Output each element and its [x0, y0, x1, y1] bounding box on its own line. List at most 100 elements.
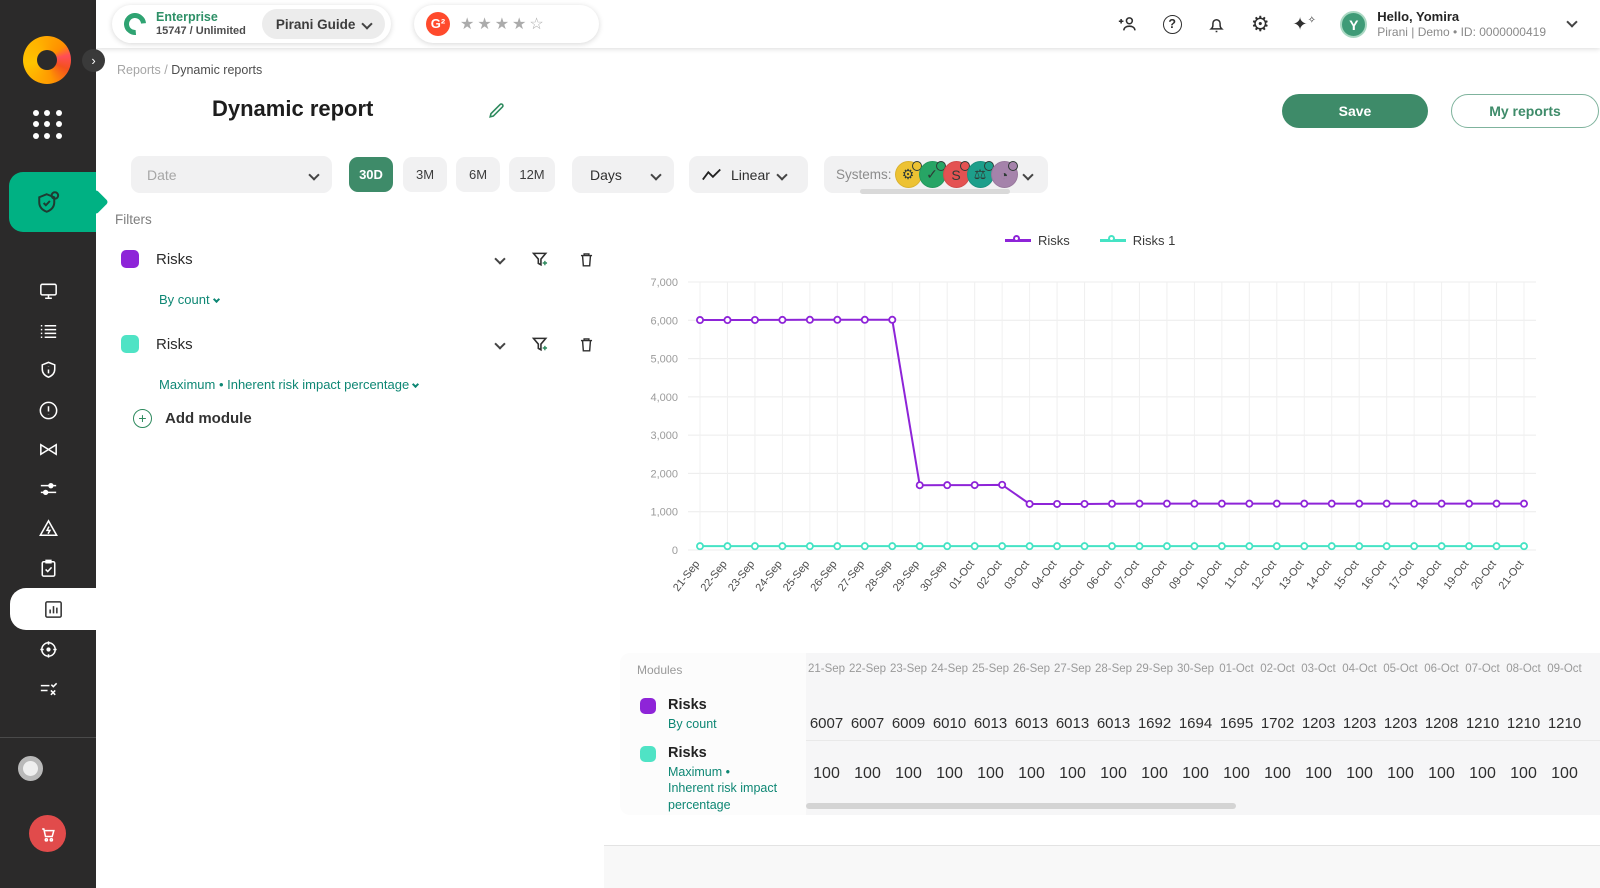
settings-button[interactable]: ⚙	[1238, 0, 1282, 48]
currency-system-icon[interactable]: S	[942, 161, 970, 188]
shield-check-system-icon[interactable]: ✓	[918, 161, 946, 188]
sidebar-active-module-shield[interactable]	[9, 172, 96, 232]
sidebar-item-shield-info[interactable]	[0, 351, 96, 391]
cart-button[interactable]	[29, 815, 66, 852]
table-data-area[interactable]: 21-Sep 22-Sep 23-Sep 24-Sep 25-Sep 26-Sep 27-S…	[806, 653, 1600, 815]
data-table: Modules Risks By count Risks Maximum • I…	[620, 653, 1600, 815]
sidebar-item-sliders[interactable]	[0, 470, 96, 510]
plan-tier: Enterprise	[156, 10, 218, 25]
sidebar-item-bowtie[interactable]	[0, 430, 96, 470]
table-cell: 100	[977, 765, 1004, 782]
chart-legend: Risks Risks 1	[1005, 233, 1175, 248]
date-placeholder: Date	[147, 166, 177, 183]
user-info: Hello, Yomira Pirani | Demo • ID: 000000…	[1377, 9, 1546, 39]
plan-usage: 15747 / Unlimited	[156, 24, 246, 37]
gavel-system-icon[interactable]: ⚖	[966, 161, 994, 188]
module-metric-link[interactable]: By count	[159, 292, 220, 307]
delete-module-icon[interactable]	[577, 334, 596, 355]
edit-title-button[interactable]	[487, 101, 506, 120]
g2-logo: G²	[426, 12, 450, 36]
chart-type-select[interactable]: Linear	[689, 156, 808, 193]
range-button-3m[interactable]: 3M	[403, 157, 447, 192]
svg-text:7,000: 7,000	[650, 277, 678, 289]
save-button[interactable]: Save	[1282, 94, 1428, 128]
add-filter-icon[interactable]	[530, 249, 551, 270]
add-filter-icon[interactable]	[530, 334, 551, 355]
table-cell: 6009	[891, 715, 926, 732]
range-button-6m[interactable]: 6M	[456, 157, 500, 192]
sidebar-footer-badge[interactable]	[18, 756, 43, 781]
plan-pill[interactable]: Enterprise 15747 / Unlimited Pirani Guid…	[112, 5, 392, 43]
table-cell: 100	[936, 765, 963, 782]
sidebar-item-records-list[interactable]	[0, 312, 96, 352]
module-color-swatch	[121, 250, 139, 268]
table-cell: 1203	[1383, 715, 1418, 732]
chart-plot[interactable]: 0 1,000 2,000 3,000 4,000 5,000 6,000 7,000 21-S…	[630, 270, 1590, 620]
systems-scrollbar[interactable]	[860, 189, 1010, 194]
granularity-select[interactable]: Days	[572, 156, 674, 193]
table-column-header: 08-Oct	[1506, 663, 1541, 675]
table-column-header: 06-Oct	[1424, 663, 1459, 675]
sidebar-item-clipboard-check[interactable]	[0, 549, 96, 589]
sidebar-item-desktop[interactable]	[0, 272, 96, 312]
table-cell: 6007	[850, 715, 885, 732]
help-icon: ?	[1162, 14, 1182, 34]
delete-module-icon[interactable]	[577, 249, 596, 270]
chevron-down-icon	[412, 380, 420, 389]
table-horizontal-scrollbar[interactable]	[806, 803, 1236, 809]
module-expand-chevron-icon[interactable]	[494, 253, 506, 265]
table-column-header: 09-Oct	[1547, 663, 1582, 675]
invite-user-button[interactable]	[1106, 0, 1150, 48]
sidebar-expand-button[interactable]: ›	[82, 49, 105, 72]
systems-filter[interactable]: Systems: ⚙ ✓ S ⚖ ◔	[824, 156, 1048, 193]
chevron-down-icon	[776, 168, 788, 181]
sidebar-item-checklist-x[interactable]	[0, 670, 96, 710]
meter-system-icon[interactable]: ◔	[990, 161, 1018, 188]
svg-text:25-Sep: 25-Sep	[781, 558, 812, 593]
rating-stars[interactable]: ★★★★☆	[460, 14, 547, 34]
breadcrumb-section[interactable]: Reports	[117, 63, 161, 77]
assistant-button[interactable]: ✦✧	[1282, 0, 1326, 48]
table-cell: 100	[1551, 765, 1578, 782]
table-column-header: 01-Oct	[1219, 663, 1254, 675]
breadcrumb-current: Dynamic reports	[171, 63, 263, 77]
chevron-down-icon	[650, 168, 662, 181]
rating-pill[interactable]: G² ★★★★☆	[414, 5, 599, 43]
svg-text:04-Oct: 04-Oct	[1030, 558, 1060, 591]
sidebar-item-target[interactable]	[0, 630, 96, 670]
module-expand-chevron-icon[interactable]	[494, 338, 506, 350]
breadcrumb[interactable]: Reports / Dynamic reports	[117, 63, 262, 77]
user-menu-chevron-icon[interactable]	[1566, 16, 1578, 28]
my-reports-button[interactable]: My reports	[1451, 94, 1599, 128]
svg-text:05-Oct: 05-Oct	[1057, 558, 1087, 591]
chart-type-value: Linear	[731, 166, 770, 183]
range-button-30d[interactable]: 30D	[349, 157, 393, 192]
table-cell: 100	[854, 765, 881, 782]
sidebar-item-bar-chart[interactable]	[10, 588, 96, 630]
desktop-icon	[39, 283, 57, 300]
svg-text:20-Oct: 20-Oct	[1469, 558, 1499, 591]
pirani-g-logo	[119, 8, 151, 40]
table-column-header: 07-Oct	[1465, 663, 1500, 675]
legend-item-1[interactable]: Risks 1	[1099, 233, 1175, 248]
help-button[interactable]: ?	[1150, 0, 1194, 48]
svg-text:4,000: 4,000	[650, 392, 678, 404]
sidebar-item-alert-circle[interactable]	[0, 391, 96, 431]
svg-text:21-Sep: 21-Sep	[671, 558, 702, 593]
guide-dropdown[interactable]: Pirani Guide	[261, 9, 386, 39]
module-metric-link[interactable]: Maximum • Inherent risk impact percentag…	[159, 377, 420, 392]
legend-item-0[interactable]: Risks	[1005, 233, 1070, 248]
add-module-button[interactable]: + Add module	[133, 409, 252, 428]
plus-circle-icon: +	[133, 409, 152, 428]
date-select[interactable]: Date	[131, 156, 332, 193]
notifications-button[interactable]	[1194, 0, 1238, 48]
sidebar-item-warning-bolt[interactable]	[0, 509, 96, 549]
clipboard-check-icon	[41, 559, 55, 577]
user-avatar[interactable]: Y	[1340, 10, 1368, 38]
table-column-header: 29-Sep	[1135, 663, 1174, 675]
range-button-12m[interactable]: 12M	[509, 157, 555, 192]
gear-system-icon[interactable]: ⚙	[894, 161, 922, 188]
apps-grid-icon[interactable]	[33, 110, 63, 140]
module-color-swatch	[640, 698, 656, 714]
systems-label: Systems:	[836, 167, 892, 182]
